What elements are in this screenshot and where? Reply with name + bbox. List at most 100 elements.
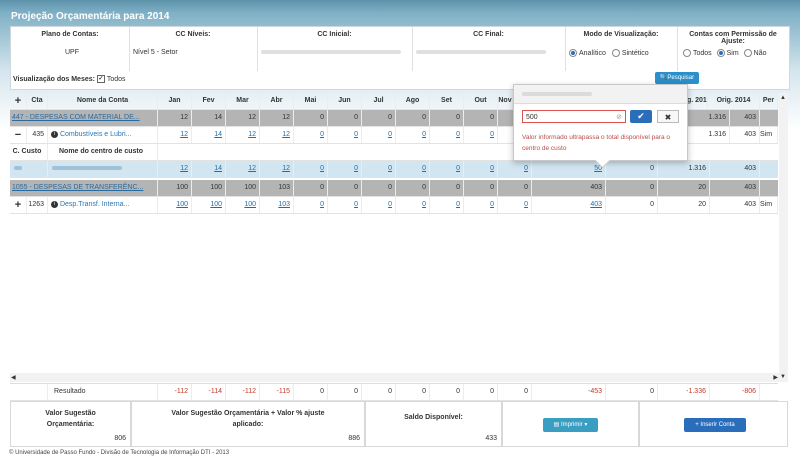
- group-1055-name[interactable]: 1055 - DESPESAS DE TRANSFERÊNC...: [10, 180, 158, 196]
- inserir-label: Inserir Conta: [700, 422, 735, 428]
- expand-icon[interactable]: +: [10, 197, 27, 213]
- cell: 0: [362, 180, 396, 196]
- cell-link[interactable]: 0: [294, 127, 328, 143]
- cell-link[interactable]: 12: [226, 161, 260, 177]
- radio-analitico[interactable]: [569, 49, 577, 57]
- cc-final-value[interactable]: [416, 49, 546, 56]
- col-per: Per: [760, 93, 778, 109]
- cell: -114: [192, 384, 226, 400]
- cell-link[interactable]: 12: [260, 127, 294, 143]
- cell: -453: [532, 384, 606, 400]
- cc-inicial-value[interactable]: [261, 49, 401, 56]
- radio-nao[interactable]: [743, 49, 752, 57]
- plano-value[interactable]: UPF: [65, 49, 79, 56]
- cell-link[interactable]: 0: [430, 127, 464, 143]
- cc-niveis-col: CC Níveis: Nível 5 - Setor: [129, 27, 258, 71]
- error-message: Valor informado ultrapassa o total dispo…: [522, 134, 671, 152]
- scroll-left-icon[interactable]: ◀: [11, 374, 16, 381]
- cell-link[interactable]: 12: [158, 127, 192, 143]
- cell-link[interactable]: 0: [294, 161, 328, 177]
- account-row-1263: + 1263 i Desp.Transf. Interna... 100 100…: [10, 197, 778, 214]
- confirm-button[interactable]: ✔: [630, 110, 652, 123]
- imprimir-button[interactable]: ▤ Imprimir ▾: [543, 418, 598, 432]
- cell-link[interactable]: 403: [532, 197, 606, 213]
- value-input[interactable]: 500 ⊘: [522, 110, 626, 123]
- cell: 0: [606, 197, 658, 213]
- col-fev: Fev: [192, 93, 226, 109]
- cell-link[interactable]: 0: [362, 197, 396, 213]
- cell: -112: [226, 384, 260, 400]
- col-ago: Ago: [396, 93, 430, 109]
- cell-link[interactable]: 0: [464, 161, 498, 177]
- cell-link[interactable]: 100: [192, 197, 226, 213]
- analitico-label: Analítico: [579, 49, 606, 57]
- cell-link[interactable]: 0: [294, 197, 328, 213]
- cell-link[interactable]: 14: [192, 161, 226, 177]
- horizontal-scrollbar[interactable]: ◀ ▶: [10, 373, 779, 382]
- dez-cell-edit[interactable]: 50: [532, 161, 606, 177]
- cell: 403: [730, 127, 760, 143]
- inserir-conta-button[interactable]: + Inserir Conta: [684, 418, 746, 432]
- popup-title: [514, 85, 687, 104]
- account-name-cell[interactable]: i Desp.Transf. Interna...: [48, 197, 158, 213]
- cell-link[interactable]: 100: [158, 197, 192, 213]
- cell-link[interactable]: 0: [498, 197, 532, 213]
- cell-link[interactable]: 0: [464, 197, 498, 213]
- cancel-button[interactable]: ✖: [657, 110, 679, 123]
- cell-link[interactable]: 0: [430, 197, 464, 213]
- cell-link[interactable]: 0: [328, 161, 362, 177]
- expand-all-icon[interactable]: +: [10, 93, 27, 109]
- radio-todos[interactable]: [683, 49, 691, 57]
- account-name-cell[interactable]: i Combustíveis e Lubri...: [48, 127, 158, 143]
- cell-link[interactable]: 103: [260, 197, 294, 213]
- account-code: 435: [27, 127, 48, 143]
- cell: 0: [606, 384, 658, 400]
- col-nov: Nov: [498, 93, 513, 109]
- cell: 100: [226, 180, 260, 196]
- info-icon[interactable]: i: [51, 130, 58, 138]
- cell-link[interactable]: 12: [226, 127, 260, 143]
- collapse-icon[interactable]: −: [10, 127, 27, 143]
- copyright: © Universidade de Passo Fundo - Divisão …: [9, 450, 230, 456]
- cell-link[interactable]: 0: [430, 161, 464, 177]
- cell-link[interactable]: 12: [260, 161, 294, 177]
- cell-link[interactable]: 0: [328, 197, 362, 213]
- cell-link[interactable]: 12: [158, 161, 192, 177]
- cell: 1.316: [658, 161, 710, 177]
- col-orig-2014: Orig. 2014: [708, 93, 760, 109]
- cell-link[interactable]: 0: [396, 197, 430, 213]
- cell-link[interactable]: 0: [498, 161, 532, 177]
- cc-niveis-value[interactable]: Nível 5 - Setor: [133, 49, 178, 56]
- scroll-down-icon[interactable]: ▼: [780, 374, 786, 380]
- cell: 14: [192, 110, 226, 126]
- radio-sim[interactable]: [716, 49, 725, 57]
- page-title: Projeção Orçamentária para 2014: [11, 11, 170, 22]
- col-mar: Mar: [226, 93, 260, 109]
- ajuste-value: 886: [348, 435, 360, 442]
- info-icon[interactable]: i: [51, 200, 58, 208]
- cell-link[interactable]: 100: [226, 197, 260, 213]
- scroll-up-icon[interactable]: ▲: [780, 95, 786, 101]
- cell: 403: [710, 161, 760, 177]
- meses-row: Visualização dos Meses: ✓ Todos: [13, 75, 126, 83]
- cell-link[interactable]: 0: [328, 127, 362, 143]
- cell-link[interactable]: 0: [362, 127, 396, 143]
- cell: 0: [396, 180, 430, 196]
- cell-link[interactable]: 0: [464, 127, 498, 143]
- todos-checkbox[interactable]: ✓: [96, 75, 105, 83]
- cell-link[interactable]: 14: [192, 127, 226, 143]
- caret-down-icon: ▾: [584, 422, 588, 428]
- group-447-name[interactable]: 447 - DESPESAS COM MATERIAL DE...: [10, 110, 158, 126]
- clear-icon[interactable]: ⊘: [616, 111, 622, 124]
- radio-sintetico[interactable]: [611, 49, 620, 57]
- pesquisar-button[interactable]: 🔍Pesquisar: [655, 72, 699, 84]
- cell: 0: [430, 384, 464, 400]
- cell-link[interactable]: 0: [362, 161, 396, 177]
- pesquisar-label: Pesquisar: [667, 75, 695, 81]
- cell-link[interactable]: 0: [396, 161, 430, 177]
- cell-link[interactable]: 0: [396, 127, 430, 143]
- cell: 12: [158, 110, 192, 126]
- vertical-scrollbar[interactable]: ▲ ▼: [779, 93, 788, 382]
- scroll-right-icon[interactable]: ▶: [773, 374, 778, 381]
- plano-col: Plano de Contas: UPF: [11, 27, 130, 71]
